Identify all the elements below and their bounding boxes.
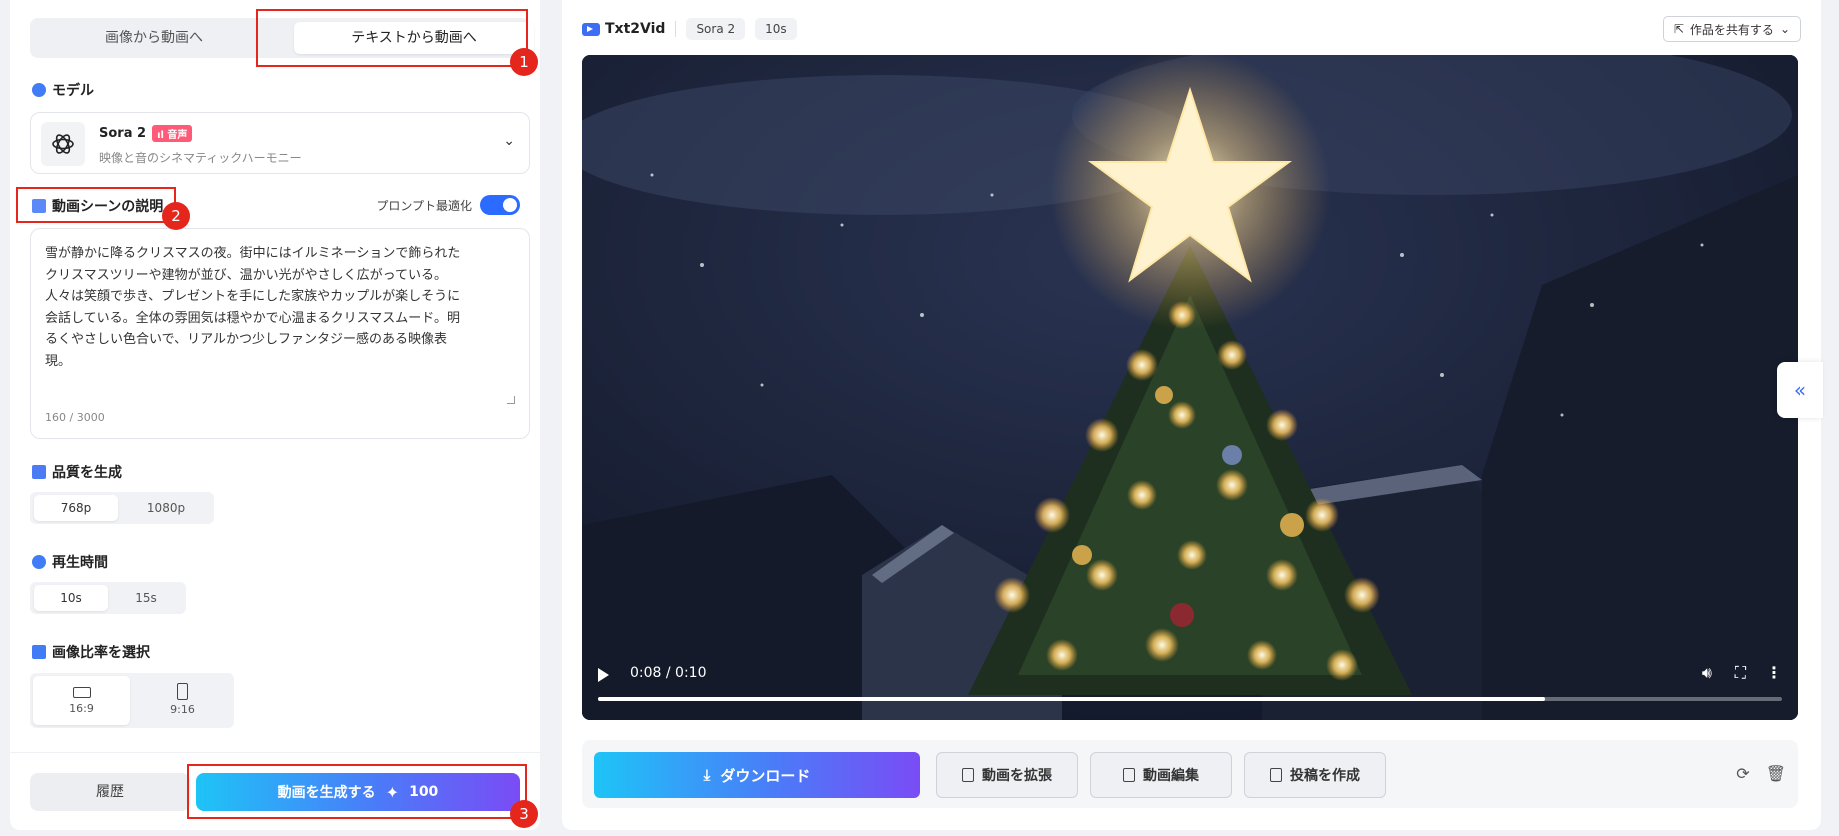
download-button[interactable]: ⤓ ダウンロード (594, 752, 920, 798)
annotation-box-1 (256, 9, 528, 67)
ratio-selector: 16:9 9:16 (30, 673, 234, 728)
model-section-title: モデル (32, 80, 94, 100)
video-progress-fill (598, 697, 1546, 701)
video-player[interactable]: 0:08 / 0:10 🔊︎ ⛶ ⋮ (582, 55, 1798, 720)
scene-description-input[interactable]: 雪が静かに降るクリスマスの夜。街中にはイルミネーションで飾られた クリスマスツリ… (30, 228, 530, 439)
share-label: 作品を共有する (1689, 22, 1774, 37)
duration-option-10s[interactable]: 10s (34, 585, 108, 611)
chevron-down-icon: ⌄ (1779, 22, 1790, 36)
annotation-badge-1: 1 (510, 48, 538, 76)
audio-badge: ıl 音声 (152, 125, 193, 142)
duration-section-title: 再生時間 (32, 552, 108, 572)
external-link-icon: ⇱ (1673, 22, 1684, 36)
document-icon (1270, 768, 1282, 782)
model-pill: Sora 2 (686, 18, 746, 40)
video-controls: 0:08 / 0:10 🔊︎ ⛶ ⋮ (582, 650, 1798, 720)
resize-handle[interactable] (507, 396, 515, 404)
settings-panel: 画像から動画へ テキストから動画へ モデル Sora 2 ıl 音声 映像と音の… (10, 0, 540, 830)
extend-icon (962, 768, 974, 782)
ratio-section-title: 画像比率を選択 (32, 642, 150, 662)
ratio-section-label: 画像比率を選択 (52, 645, 150, 661)
ratio-option-9-16-label: 9:16 (170, 703, 195, 716)
video-progress-bar[interactable] (598, 697, 1782, 701)
chevron-down-icon: ⌄ (503, 133, 515, 149)
video-time: 0:08 / 0:10 (630, 665, 707, 681)
model-description: 映像と音のシネマティックハーモニー (99, 151, 302, 165)
duration-section-label: 再生時間 (52, 555, 108, 571)
annotation-box-2 (16, 187, 176, 223)
video-camera-icon (582, 22, 600, 36)
ratio-option-16-9-label: 16:9 (69, 702, 94, 715)
video-frame-christmas-tree (582, 55, 1798, 720)
action-bar: ⤓ ダウンロード 動画を拡張 動画編集 投稿を作成 ⟳ 🗑︎ (582, 740, 1798, 808)
action-icons: ⟳ 🗑︎ (1736, 764, 1786, 783)
quality-option-1080p[interactable]: 1080p (122, 495, 210, 521)
model-icon (32, 83, 46, 97)
download-label: ダウンロード (720, 766, 811, 785)
duration-option-15s[interactable]: 15s (110, 585, 182, 611)
create-post-button[interactable]: 投稿を作成 (1244, 752, 1386, 798)
collapse-panel-icon[interactable]: « (1777, 362, 1823, 418)
preview-header: Txt2Vid Sora 2 10s (582, 16, 797, 42)
annotation-badge-2: 2 (162, 202, 190, 230)
preview-panel: Txt2Vid Sora 2 10s ⇱ 作品を共有する ⌄ 0:08 / 0:… (562, 0, 1823, 830)
trash-icon[interactable]: 🗑︎ (1766, 764, 1786, 783)
more-options-icon[interactable]: ⋮ (1766, 663, 1782, 682)
download-icon: ⤓ (703, 766, 711, 784)
duration-pill: 10s (755, 18, 797, 40)
tab-image-to-video[interactable]: 画像から動画へ (34, 22, 274, 54)
extend-video-button[interactable]: 動画を拡張 (936, 752, 1078, 798)
extend-video-label: 動画を拡張 (982, 768, 1052, 784)
landscape-icon (72, 687, 91, 698)
share-button[interactable]: ⇱ 作品を共有する ⌄ (1662, 16, 1801, 42)
edit-video-button[interactable]: 動画編集 (1090, 752, 1232, 798)
header-divider (675, 21, 677, 37)
openai-logo-icon (41, 122, 85, 166)
play-icon[interactable] (598, 668, 609, 682)
brand-name: Txt2Vid (605, 21, 666, 37)
quality-selector: 768p 1080p (30, 492, 214, 524)
model-name-text: Sora 2 (99, 126, 147, 141)
annotation-badge-3: 3 (510, 800, 538, 828)
edit-video-label: 動画編集 (1143, 768, 1199, 784)
create-post-label: 投稿を作成 (1290, 768, 1360, 784)
model-selector[interactable]: Sora 2 ıl 音声 映像と音のシネマティックハーモニー ⌄ (30, 112, 530, 174)
model-section-label: モデル (52, 83, 94, 99)
prompt-optimize-toggle[interactable] (480, 195, 520, 215)
duration-selector: 10s 15s (30, 582, 186, 614)
audio-wave-icon: ıl (157, 130, 168, 141)
portrait-icon (177, 683, 188, 700)
volume-icon[interactable]: 🔊︎ (1702, 663, 1712, 683)
edit-video-icon (1123, 768, 1135, 782)
char-count: 160 / 3000 (45, 411, 105, 424)
prompt-optimize-label: プロンプト最適化 (376, 198, 472, 213)
refresh-icon[interactable]: ⟳ (1736, 764, 1749, 783)
model-name: Sora 2 ıl 音声 (99, 125, 193, 142)
quality-section-title: 品質を生成 (32, 462, 122, 482)
ratio-option-9-16[interactable]: 9:16 (134, 676, 231, 725)
aspect-ratio-icon (32, 645, 46, 659)
ratio-option-16-9[interactable]: 16:9 (33, 676, 130, 725)
clock-icon (32, 555, 46, 569)
prompt-optimize: プロンプト最適化 (376, 195, 520, 215)
quality-option-768p[interactable]: 768p (34, 495, 118, 521)
audio-badge-label: 音声 (167, 130, 188, 141)
fullscreen-icon[interactable]: ⛶ (1735, 663, 1746, 683)
brand: Txt2Vid (582, 21, 665, 37)
history-button[interactable]: 履歴 (30, 773, 190, 811)
scene-description-text[interactable]: 雪が静かに降るクリスマスの夜。街中にはイルミネーションで飾られた クリスマスツリ… (45, 243, 519, 372)
quality-icon (32, 465, 46, 479)
quality-section-label: 品質を生成 (52, 465, 122, 481)
annotation-box-3 (187, 764, 527, 819)
